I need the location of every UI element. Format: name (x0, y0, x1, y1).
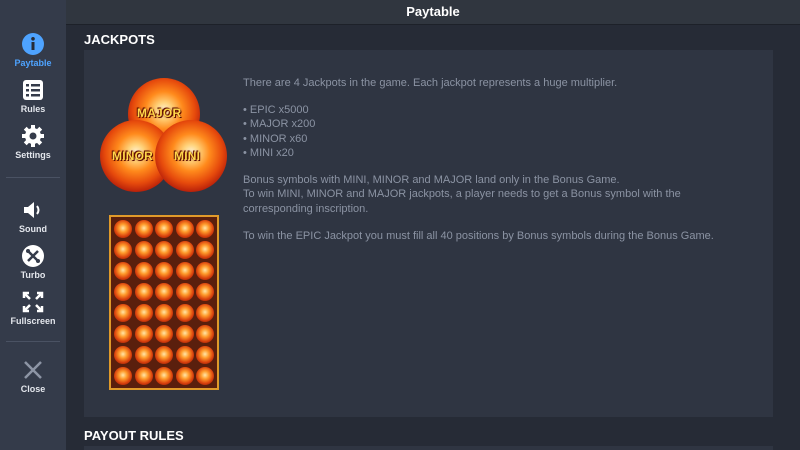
board-cell (196, 325, 214, 343)
board-cell (134, 262, 153, 280)
payout-panel (84, 446, 773, 450)
board-cell (196, 220, 214, 238)
board-cell (155, 262, 173, 280)
board-cell (175, 262, 194, 280)
tools-icon (22, 245, 44, 267)
board-cell (114, 325, 132, 343)
board-cell (114, 304, 132, 322)
board-cell (134, 241, 153, 259)
board-cell (155, 367, 173, 385)
board-cell (175, 304, 194, 322)
board-cell (175, 367, 194, 385)
speaker-icon (24, 202, 40, 218)
sidebar-item-label: Sound (19, 224, 47, 234)
board-cell (114, 367, 132, 385)
board-cell (134, 346, 153, 364)
bonus-rule-line: To win MINI, MINOR and MAJOR jackpots, a… (243, 188, 681, 201)
fullscreen-icon (22, 291, 44, 313)
sidebar-item-turbo[interactable]: Turbo (0, 244, 66, 280)
board-cell (196, 283, 214, 301)
list-icon (23, 80, 43, 100)
board-cell (114, 262, 132, 280)
jackpots-intro: There are 4 Jackpots in the game. Each j… (243, 77, 618, 89)
board-cell (175, 346, 194, 364)
gear-icon (22, 125, 44, 147)
jackpot-list-item: • MINOR x60 (243, 132, 308, 145)
sidebar-item-label: Rules (20, 104, 46, 114)
sidebar-item-label: Fullscreen (10, 316, 56, 326)
board-cell (196, 262, 214, 280)
bonus-rule-line: corresponding inscription. (243, 202, 369, 215)
board-cell (196, 346, 214, 364)
jackpots-section-title: JACKPOTS (84, 32, 155, 47)
payout-section-title: PAYOUT RULES (84, 428, 184, 443)
sidebar-item-close[interactable]: Close (0, 358, 66, 394)
jackpot-list-item: • EPIC x5000 (243, 103, 309, 116)
sidebar-item-label: Paytable (14, 58, 52, 68)
major-label: MAJOR (137, 106, 182, 120)
board-cell (196, 304, 214, 322)
sidebar-divider (6, 177, 60, 178)
board-cell (134, 325, 153, 343)
sidebar-item-settings[interactable]: Settings (0, 124, 66, 160)
bonus-rule-line: Bonus symbols with MINI, MINOR and MAJOR… (243, 174, 620, 187)
jackpot-list-item: • MAJOR x200 (243, 118, 316, 131)
sidebar-item-label: Settings (15, 150, 51, 160)
sidebar-item-fullscreen[interactable]: Fullscreen (0, 290, 66, 326)
jackpot-list-item: • MINI x20 (243, 147, 294, 160)
board-cell (155, 220, 173, 238)
board-cell (114, 346, 132, 364)
minor-label: MINOR (112, 149, 153, 163)
board-cell (114, 283, 132, 301)
jackpots-description: There are 4 Jackpots in the game. Each j… (243, 76, 763, 243)
board-cell (134, 283, 153, 301)
board-cell (175, 241, 194, 259)
board-cell (155, 346, 173, 364)
board-cell (155, 304, 173, 322)
board-cell (134, 367, 153, 385)
sidebar-divider (6, 341, 60, 342)
close-icon (24, 361, 42, 379)
epic-rule-line: To win the EPIC Jackpot you must fill al… (243, 229, 714, 242)
sidebar-item-label: Close (20, 384, 46, 394)
page-title: Paytable (66, 0, 800, 25)
sidebar-item-paytable[interactable]: Paytable (0, 32, 66, 68)
board-cell (175, 220, 194, 238)
sidebar: Paytable Rules Settings Sound Turbo Full… (0, 0, 66, 450)
board-cell (114, 220, 132, 238)
board-cell (155, 325, 173, 343)
board-cell (134, 220, 153, 238)
board-cell (196, 241, 214, 259)
board-cell (155, 241, 173, 259)
sidebar-item-sound[interactable]: Sound (0, 198, 66, 234)
info-icon (22, 33, 44, 55)
board-cell (155, 283, 173, 301)
board-cell (134, 304, 153, 322)
sidebar-item-label: Turbo (20, 270, 46, 280)
board-cell (114, 241, 132, 259)
mini-label: MINI (174, 149, 201, 163)
board-cell (196, 367, 214, 385)
sidebar-item-rules[interactable]: Rules (0, 78, 66, 114)
bonus-board-image (109, 215, 219, 390)
board-cell (175, 283, 194, 301)
board-cell (175, 325, 194, 343)
